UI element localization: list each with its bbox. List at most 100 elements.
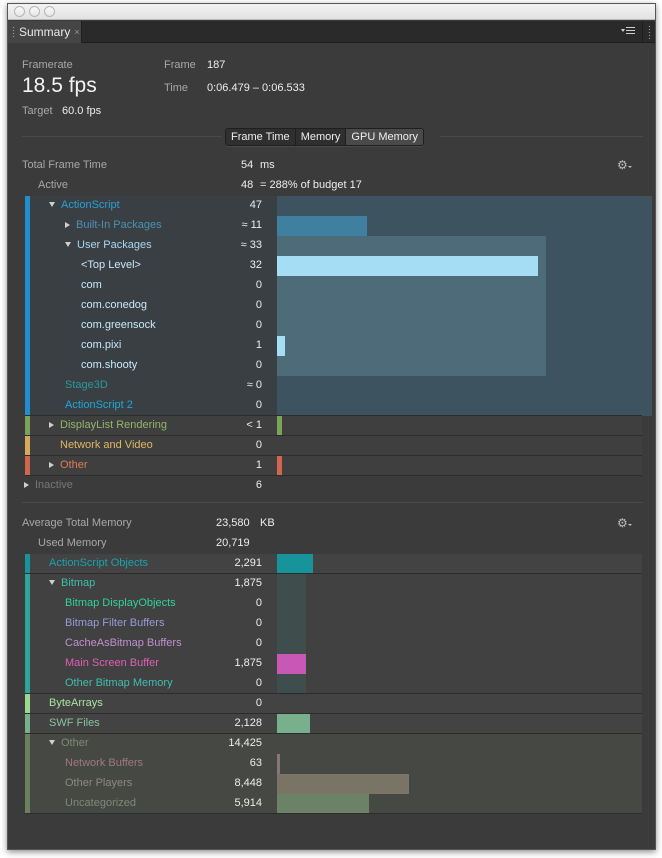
row-com-conedog: com.conedog 0: [25, 296, 642, 316]
section-divider: [22, 502, 643, 503]
average-total-memory-label: Average Total Memory: [22, 517, 132, 529]
row-other-players: Other Players 8,448: [25, 774, 642, 794]
row-value: 0: [255, 637, 262, 649]
used-memory-label: Used Memory: [38, 537, 107, 549]
tab-grip-icon[interactable]: [12, 26, 15, 38]
row-value: 0: [255, 439, 262, 451]
row-value: 47: [249, 199, 262, 211]
header-divider-left: [22, 136, 222, 137]
bar-other-players: [277, 774, 409, 794]
window-titlebar: [8, 4, 655, 20]
row-built-in-packages[interactable]: Built-In Packages ≈ 11: [25, 216, 642, 236]
row-top-level: <Top Level> 32: [25, 256, 642, 276]
tab-memory[interactable]: Memory: [295, 129, 347, 145]
used-memory-value: 20,719: [216, 537, 250, 549]
row-com-greensock: com.greensock 0: [25, 316, 642, 336]
row-user-packages[interactable]: User Packages ≈ 33: [25, 236, 642, 256]
row-value: 1,875: [234, 577, 262, 589]
close-window-button[interactable]: [14, 6, 25, 17]
average-total-memory-unit: KB: [260, 517, 275, 529]
row-bitmap-displayobjects: Bitmap DisplayObjects 0: [25, 594, 642, 614]
row-value: 0: [255, 697, 262, 709]
summary-window: Summary × Framerate 18.5 fps Target 60.0…: [7, 3, 656, 850]
bar-actionscript-objects: [277, 554, 313, 573]
row-value: 0: [255, 319, 262, 331]
view-tabs: Frame Time Memory GPU Memory: [225, 128, 425, 146]
bar-top-level: [277, 256, 538, 276]
panel-tab-bar: Summary ×: [8, 21, 655, 43]
row-actionscript-2: ActionScript 20: [25, 396, 642, 416]
minimize-window-button[interactable]: [29, 6, 40, 17]
row-displaylist-rendering[interactable]: DisplayList Rendering < 1: [25, 416, 642, 436]
average-total-memory-value: 23,580: [216, 517, 250, 529]
total-frame-time-unit: ms: [260, 159, 275, 171]
row-value: 0: [255, 399, 262, 411]
row-value: 0: [255, 279, 262, 291]
row-main-screen-buffer: Main Screen Buffer 1,875: [25, 654, 642, 674]
row-value: 6: [255, 479, 262, 491]
tab-gpu-memory[interactable]: GPU Memory: [346, 129, 424, 145]
row-value: 0: [255, 617, 262, 629]
tab-bar-separator: [642, 21, 643, 43]
row-value: 32: [249, 259, 262, 271]
active-label: Active: [38, 179, 68, 191]
row-value: ≈ 11: [241, 219, 262, 231]
row-actionscript[interactable]: ActionScript 47: [25, 196, 642, 216]
row-value: 5,914: [234, 797, 262, 809]
row-swf-files: SWF Files 2,128: [25, 714, 642, 734]
total-frame-time-value: 54: [241, 159, 254, 171]
row-value: < 1: [246, 419, 262, 431]
time-value: 0:06.479 – 0:06.533: [207, 82, 305, 94]
row-bitmap[interactable]: Bitmap 1,875: [25, 574, 642, 594]
row-com-shooty: com.shooty 0: [25, 356, 642, 376]
row-value: 1: [255, 459, 262, 471]
bar-com-pixi: [277, 336, 286, 356]
row-inactive[interactable]: Inactive 6: [22, 476, 639, 496]
total-frame-time-label: Total Frame Time: [22, 159, 107, 171]
row-value: ≈ 0: [246, 379, 262, 391]
bar-displaylist-rendering: [277, 416, 282, 435]
active-value: 48: [241, 179, 254, 191]
row-network-and-video: Network and Video 0: [25, 436, 642, 456]
time-label: Time: [164, 82, 189, 94]
frame-value: 187: [207, 59, 226, 71]
row-bitmap-filter-buffers: Bitmap Filter Buffers 0: [25, 614, 642, 634]
header-divider-right: [440, 136, 643, 137]
bar-other: [277, 456, 282, 475]
memory-settings-gear-icon[interactable]: ⚙: [617, 517, 633, 529]
panel-grip-icon[interactable]: [648, 25, 651, 39]
target-label: Target: [22, 105, 53, 117]
frame-time-settings-gear-icon[interactable]: ⚙: [617, 159, 633, 171]
target-value: 60.0 fps: [62, 105, 102, 117]
row-other-bitmap-memory: Other Bitmap Memory 0: [25, 674, 642, 694]
row-other[interactable]: Other 1: [25, 456, 642, 476]
row-uncategorized: Uncategorized 5,914: [25, 794, 642, 814]
row-value: 2,291: [234, 557, 262, 569]
row-value: 14,425: [228, 737, 262, 749]
row-value: 2,128: [234, 717, 262, 729]
framerate-value: 18.5 fps: [22, 74, 97, 97]
row-actionscript-objects: ActionScript Objects 2,291: [25, 554, 642, 574]
row-value: 1: [255, 339, 262, 351]
row-stage3d: Stage3D ≈ 0: [25, 376, 642, 396]
framerate-label: Framerate: [22, 59, 73, 71]
tab-frame-time[interactable]: Frame Time: [226, 129, 296, 145]
bar-uncategorized: [277, 794, 370, 813]
row-value: 0: [255, 677, 262, 689]
tab-summary-label: Summary: [19, 25, 71, 39]
bar-main-screen-buffer: [277, 654, 307, 674]
row-com: com 0: [25, 276, 642, 296]
bar-swf-files: [277, 714, 311, 733]
row-value: 8,448: [234, 777, 262, 789]
row-value: 1,875: [234, 657, 262, 669]
row-value: 0: [255, 299, 262, 311]
row-com-pixi: com.pixi 1: [25, 336, 642, 356]
zoom-window-button[interactable]: [44, 6, 55, 17]
row-value: ≈ 33: [240, 239, 262, 251]
bar-built-in-packages: [277, 216, 367, 236]
row-other[interactable]: Other 14,425: [25, 734, 642, 754]
panel-menu-icon[interactable]: [621, 26, 635, 36]
row-network-buffers: Network Buffers 63: [25, 754, 642, 774]
tab-summary[interactable]: Summary ×: [8, 21, 82, 43]
tab-close-icon[interactable]: ×: [74, 27, 79, 37]
